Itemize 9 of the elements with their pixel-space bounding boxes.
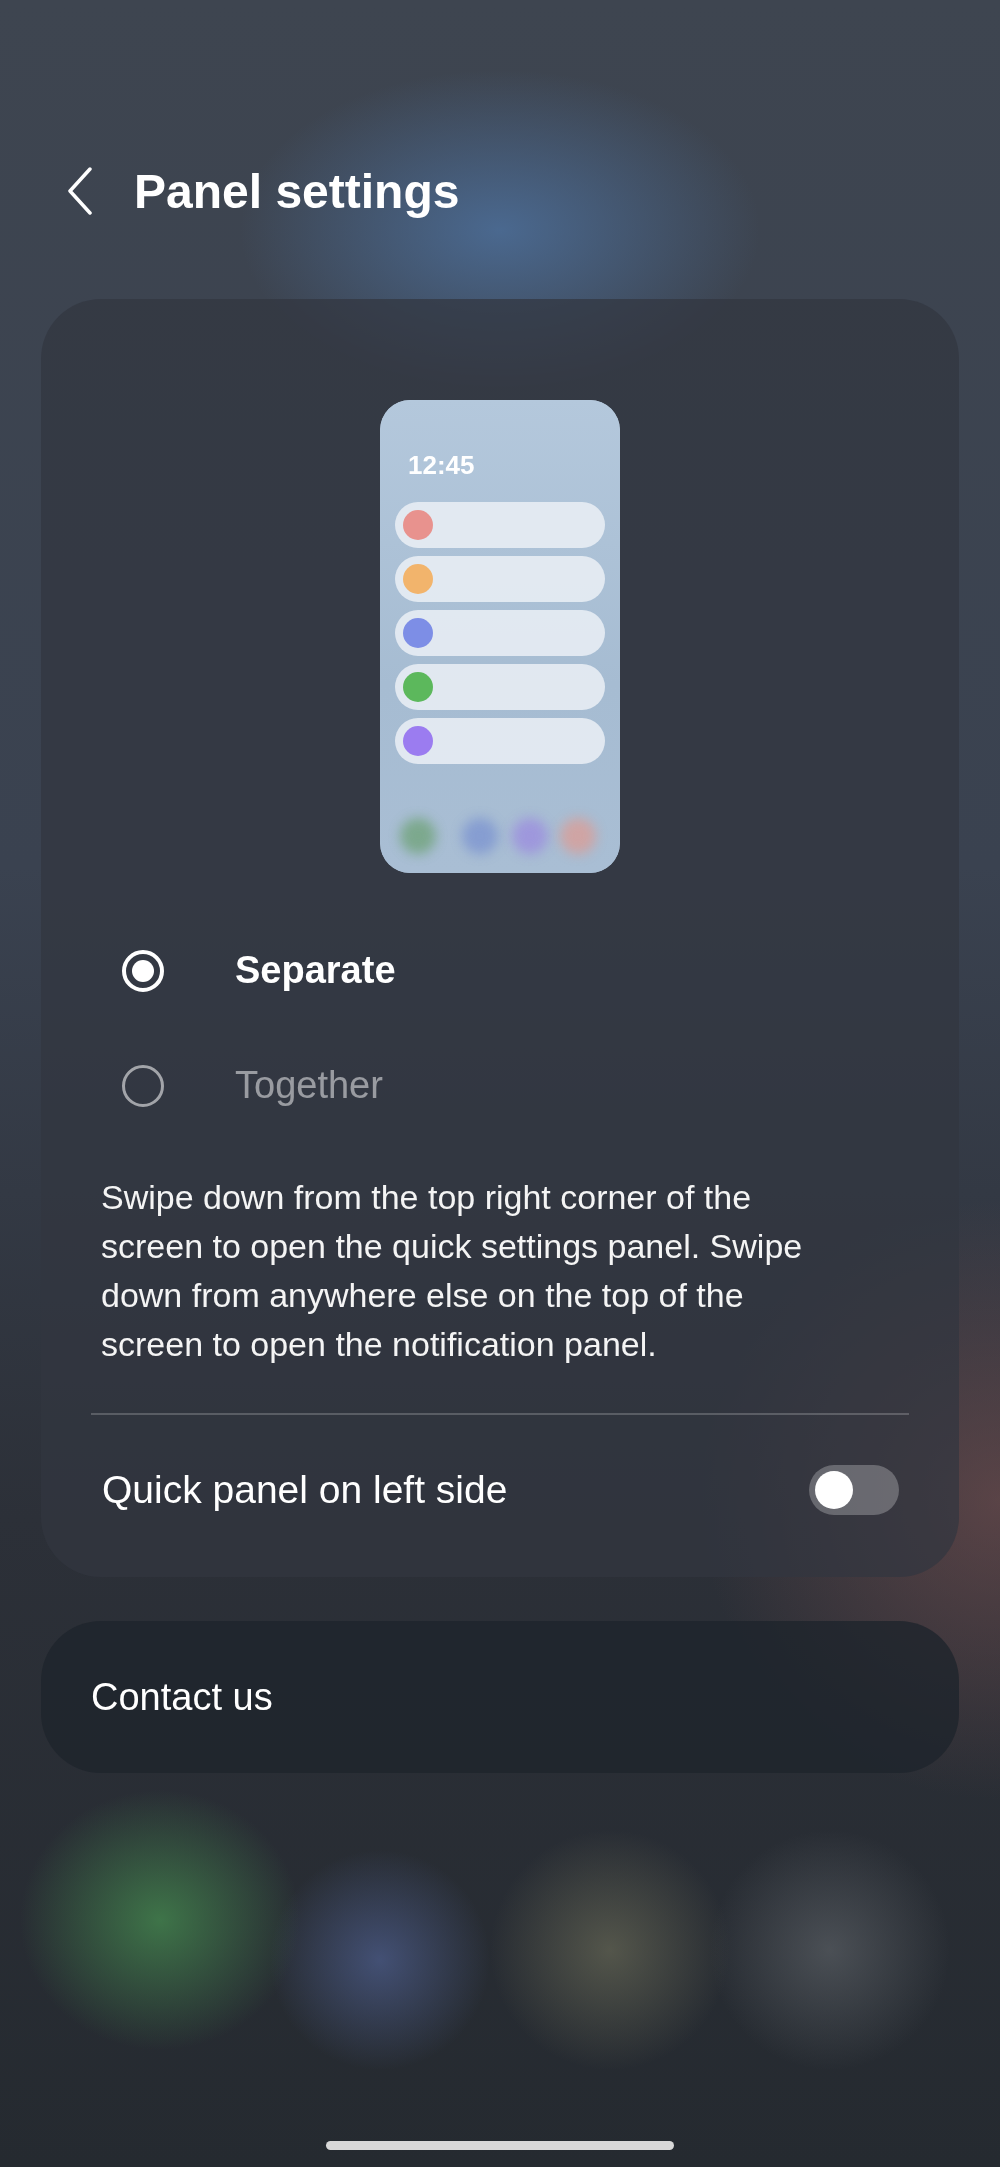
clock-time: 12:45 — [408, 450, 475, 481]
back-icon — [67, 167, 93, 215]
radio-option[interactable]: Together — [98, 1028, 407, 1143]
description-text: Swipe down from the top right corner of the screen to open the quick settings panel. Swipe down from anywhere else on the top of the screen to open the notification panel. — [101, 1177, 804, 1365]
toggle-label: Quick panel on left side — [102, 1468, 508, 1512]
contact-us-button[interactable]: Contact us — [41, 1621, 959, 1773]
page-title: Panel settings — [134, 163, 460, 219]
toggle-switch[interactable] — [809, 1465, 899, 1515]
radio-option[interactable]: Separate — [98, 913, 420, 1028]
